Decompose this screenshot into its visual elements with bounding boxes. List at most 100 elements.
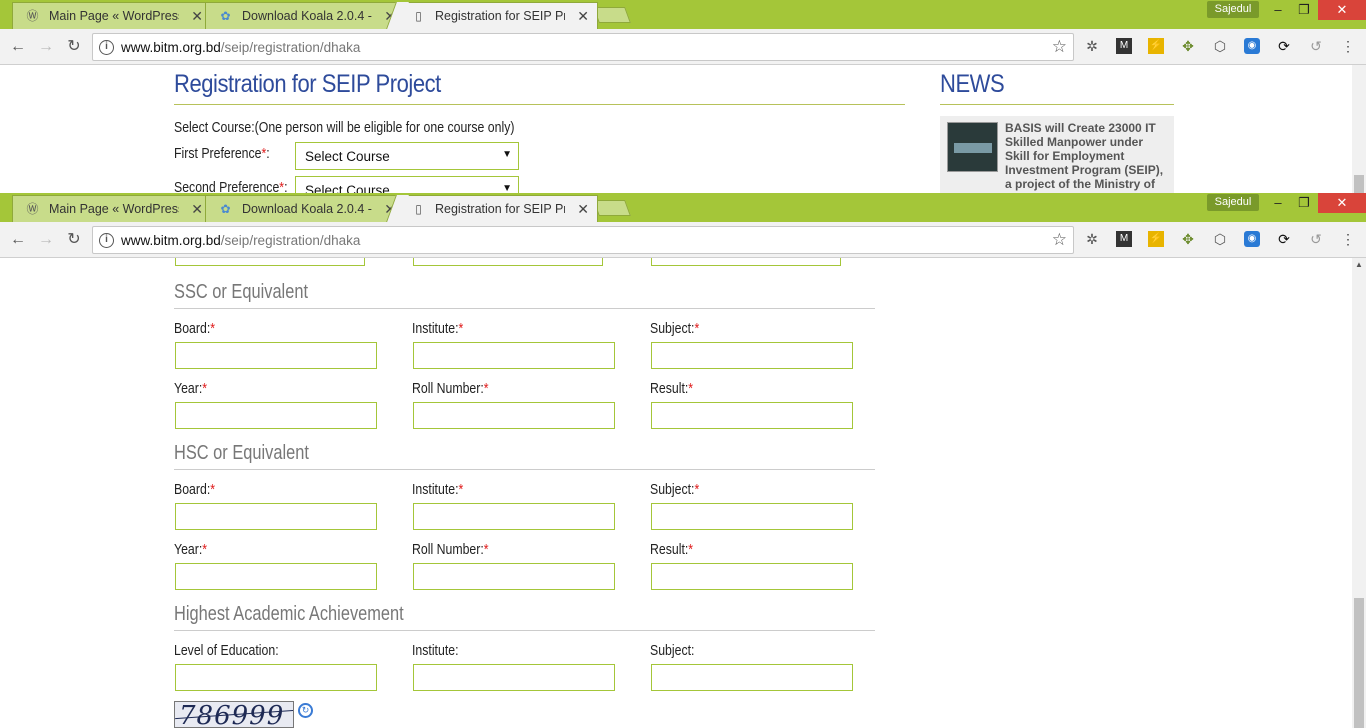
menu-icon[interactable]: ⋮ xyxy=(1340,38,1356,54)
gmail-extension-icon[interactable]: M xyxy=(1116,38,1132,54)
bookmark-star-icon[interactable]: ☆ xyxy=(1052,230,1067,250)
close-window-button[interactable]: ✕ xyxy=(1318,193,1366,213)
scrollbar[interactable] xyxy=(1352,65,1366,193)
wordpress-icon: Ⓦ xyxy=(26,202,39,216)
extension-gear-icon[interactable]: ✲ xyxy=(1084,231,1100,247)
prev-input[interactable] xyxy=(175,258,365,266)
history-extension-icon[interactable]: ↺ xyxy=(1308,231,1324,247)
hsc-heading: HSC or Equivalent xyxy=(174,442,309,464)
koala-icon: ✿ xyxy=(220,202,231,216)
news-divider xyxy=(940,104,1174,105)
screen-extension-icon[interactable]: ◉ xyxy=(1244,231,1260,247)
hsc-year-input[interactable] xyxy=(175,563,377,590)
ssc-result-input[interactable] xyxy=(651,402,853,429)
browser-window-bottom: Ⓦ Main Page « WordPress C ✕ ✿ Download K… xyxy=(0,193,1366,728)
chart-extension-icon[interactable]: ⚡ xyxy=(1148,231,1164,247)
extension-gear-icon[interactable]: ✲ xyxy=(1084,38,1100,54)
browser-toolbar: ← → ↻ i www.bitm.org.bd/seip/registratio… xyxy=(0,29,1366,65)
scroll-up-arrow-icon[interactable]: ▲ xyxy=(1355,260,1363,269)
reload-icon[interactable]: ↻ xyxy=(63,230,85,250)
refresh-captcha-icon[interactable]: ↻ xyxy=(298,703,313,718)
info-icon[interactable]: i xyxy=(99,40,114,55)
title-divider xyxy=(174,104,905,105)
close-tab-icon[interactable]: ✕ xyxy=(577,201,589,218)
hsc-roll-input[interactable] xyxy=(413,563,615,590)
hsc-institute-input[interactable] xyxy=(413,503,615,530)
ssc-year-label: Year:* xyxy=(174,380,208,397)
scrollbar-thumb[interactable] xyxy=(1354,175,1364,193)
sync-extension-icon[interactable]: ⟳ xyxy=(1276,231,1292,247)
highest-divider xyxy=(174,630,875,631)
info-icon[interactable]: i xyxy=(99,233,114,248)
prev-input[interactable] xyxy=(413,258,603,266)
scrollbar-thumb[interactable] xyxy=(1354,598,1364,728)
cube-extension-icon[interactable]: ⬡ xyxy=(1212,231,1228,247)
ssc-board-input[interactable] xyxy=(175,342,377,369)
address-bar[interactable]: i www.bitm.org.bd/seip/registration/dhak… xyxy=(92,226,1074,254)
gmail-extension-icon[interactable]: M xyxy=(1116,231,1132,247)
second-preference-select[interactable]: Select Course ▼ xyxy=(295,176,519,193)
new-tab-button[interactable] xyxy=(593,200,631,216)
ssc-subject-input[interactable] xyxy=(651,342,853,369)
dropdown-arrow-icon: ▼ xyxy=(502,183,512,193)
restore-button[interactable]: ❐ xyxy=(1289,0,1319,20)
profile-button[interactable]: Sajedul xyxy=(1207,1,1259,18)
sync-extension-icon[interactable]: ⟳ xyxy=(1276,38,1292,54)
page-icon: ▯ xyxy=(415,9,422,23)
browser-toolbar: ← → ↻ i www.bitm.org.bd/seip/registratio… xyxy=(0,222,1366,258)
menu-icon[interactable]: ⋮ xyxy=(1340,231,1356,247)
close-window-button[interactable]: ✕ xyxy=(1318,0,1366,20)
tab-title: Main Page « WordPress C xyxy=(49,202,179,216)
new-tab-button[interactable] xyxy=(593,7,631,23)
forward-icon[interactable]: → xyxy=(35,37,57,57)
cube-extension-icon[interactable]: ⬡ xyxy=(1212,38,1228,54)
tab-wordpress[interactable]: Ⓦ Main Page « WordPress C ✕ xyxy=(12,195,212,222)
back-icon[interactable]: ← xyxy=(7,230,29,250)
puzzle-extension-icon[interactable]: ✥ xyxy=(1180,231,1196,247)
hsc-board-label: Board:* xyxy=(174,481,216,498)
browser-window-top: Ⓦ Main Page « WordPress C ✕ ✿ Download K… xyxy=(0,0,1366,193)
back-icon[interactable]: ← xyxy=(7,37,29,57)
tab-koala[interactable]: ✿ Download Koala 2.0.4 - D ✕ xyxy=(205,2,405,29)
first-preference-select[interactable]: Select Course ▼ xyxy=(295,142,519,170)
reload-icon[interactable]: ↻ xyxy=(63,37,85,57)
profile-button[interactable]: Sajedul xyxy=(1207,194,1259,211)
chart-extension-icon[interactable]: ⚡ xyxy=(1148,38,1164,54)
hsc-subject-input[interactable] xyxy=(651,503,853,530)
hsc-result-input[interactable] xyxy=(651,563,853,590)
address-bar[interactable]: i www.bitm.org.bd/seip/registration/dhak… xyxy=(92,33,1074,61)
close-tab-icon[interactable]: ✕ xyxy=(577,8,589,25)
captcha-image: 786999 xyxy=(174,701,294,728)
prev-input[interactable] xyxy=(651,258,841,266)
ssc-roll-input[interactable] xyxy=(413,402,615,429)
tab-registration[interactable]: ▯ Registration for SEIP Proj ✕ xyxy=(398,195,598,222)
ssc-divider xyxy=(174,308,875,309)
history-extension-icon[interactable]: ↺ xyxy=(1308,38,1324,54)
news-thumbnail[interactable] xyxy=(947,122,998,172)
puzzle-extension-icon[interactable]: ✥ xyxy=(1180,38,1196,54)
tab-title: Download Koala 2.0.4 - D xyxy=(242,202,372,216)
ssc-institute-input[interactable] xyxy=(413,342,615,369)
ssc-year-input[interactable] xyxy=(175,402,377,429)
ssc-board-label: Board:* xyxy=(174,320,216,337)
tab-registration[interactable]: ▯ Registration for SEIP Proj ✕ xyxy=(398,2,598,29)
hsc-divider xyxy=(174,469,875,470)
level-of-education-input[interactable] xyxy=(175,664,377,691)
close-tab-icon[interactable]: ✕ xyxy=(191,8,203,25)
highest-subject-input[interactable] xyxy=(651,664,853,691)
tab-wordpress[interactable]: Ⓦ Main Page « WordPress C ✕ xyxy=(12,2,212,29)
tab-koala[interactable]: ✿ Download Koala 2.0.4 - D ✕ xyxy=(205,195,405,222)
hsc-roll-label: Roll Number:* xyxy=(412,541,489,558)
forward-icon[interactable]: → xyxy=(35,230,57,250)
screen-extension-icon[interactable]: ◉ xyxy=(1244,38,1260,54)
news-text[interactable]: BASIS will Create 23000 IT Skilled Manpo… xyxy=(1005,121,1170,191)
hsc-result-label: Result:* xyxy=(650,541,694,558)
close-tab-icon[interactable]: ✕ xyxy=(191,201,203,218)
highest-institute-input[interactable] xyxy=(413,664,615,691)
restore-button[interactable]: ❐ xyxy=(1289,193,1319,213)
bookmark-star-icon[interactable]: ☆ xyxy=(1052,37,1067,57)
hsc-board-input[interactable] xyxy=(175,503,377,530)
page-icon: ▯ xyxy=(415,202,422,216)
news-item[interactable]: BASIS will Create 23000 IT Skilled Manpo… xyxy=(940,116,1174,193)
scrollbar[interactable]: ▲ xyxy=(1352,258,1366,728)
